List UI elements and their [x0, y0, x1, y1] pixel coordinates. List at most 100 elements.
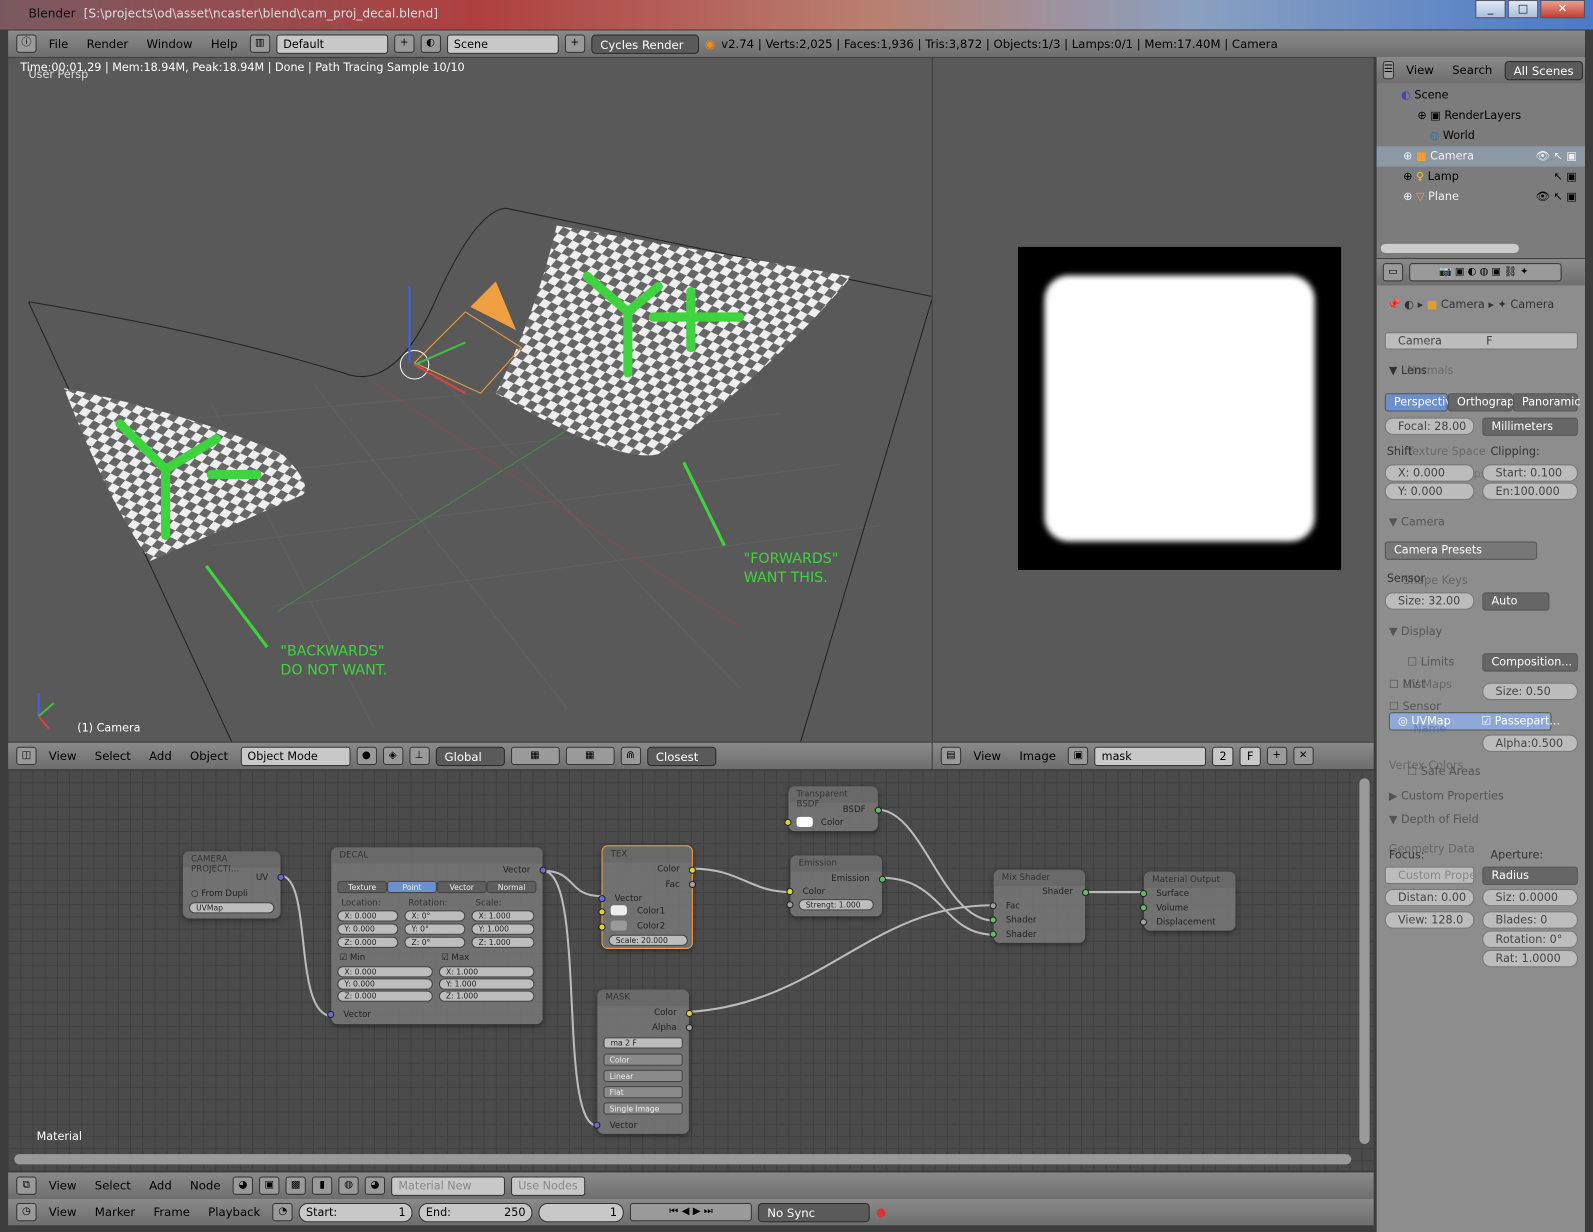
scale-x[interactable]: X: 1.000 [471, 910, 535, 922]
menu-node[interactable]: Node [184, 1179, 227, 1193]
outliner-item-plane[interactable]: ⊕ ▽ Plane 👁 ↖ ▣ [1377, 187, 1585, 207]
socket-vector-in[interactable] [593, 1121, 601, 1129]
tab-point[interactable]: Point [387, 880, 437, 894]
node-tex[interactable]: TEX Color Fac Vector Color1 Color2 Scale… [598, 845, 696, 949]
context-tabs[interactable]: 📷▣◐◍▣⛓✦ [1409, 263, 1562, 282]
blades-field[interactable]: Blades: 0 [1482, 911, 1578, 929]
menu-view[interactable]: View [43, 749, 83, 763]
clip-start-field[interactable]: Start: 0.100 [1482, 464, 1578, 482]
focus-object-field[interactable]: Custom Properties [1384, 866, 1501, 884]
clip-end-field[interactable]: En:100.000 [1482, 482, 1578, 500]
tab-normal[interactable]: Normal [486, 880, 537, 894]
aperture-type-select[interactable]: Radius [1482, 866, 1578, 885]
scale-y[interactable]: Y: 1.000 [471, 923, 535, 935]
safe-areas-checkbox[interactable]: ☐ Safe Areas [1407, 765, 1480, 778]
socket-displacement-in[interactable] [1139, 918, 1148, 926]
outliner-item-renderlayers[interactable]: ⊕ ▣ RenderLayers [1377, 106, 1585, 126]
tab-vector[interactable]: Vector [436, 880, 487, 894]
outliner-item-lamp[interactable]: ⊕ ♀ Lamp ↖ ▣ [1377, 167, 1585, 187]
horizontal-scrollbar[interactable] [14, 1154, 1352, 1165]
lens-type-perspective[interactable]: Perspective [1384, 393, 1459, 412]
location-y[interactable]: Y: 0.000 [337, 923, 399, 935]
socket-color-out[interactable] [688, 866, 696, 874]
panel-camera[interactable]: ▼ Camera [1389, 515, 1445, 528]
lens-type-panoramic[interactable]: Panoramic [1512, 393, 1581, 412]
menu-file[interactable]: File [43, 37, 75, 51]
current-frame-field[interactable]: 1 [538, 1202, 625, 1222]
menu-select[interactable]: Select [89, 749, 137, 763]
shader-tree-icon[interactable]: ◕ [232, 1176, 254, 1195]
timeline-editor-icon[interactable]: ◷ [16, 1202, 37, 1222]
scale-z[interactable]: Z: 1.000 [471, 936, 535, 948]
lens-unit-select[interactable]: Millimeters [1482, 417, 1578, 436]
socket-volume-in[interactable] [1139, 904, 1148, 912]
lens-type-orthographic[interactable]: Orthographic [1447, 393, 1531, 412]
compositor-tree-icon[interactable]: ▣ [259, 1176, 280, 1195]
strength-field[interactable]: Strengt: 1.000 [798, 899, 874, 911]
limits-checkbox[interactable]: ☐ Limits [1407, 655, 1454, 668]
menu-view[interactable]: View [1400, 63, 1440, 77]
fake-user-button[interactable]: F [1239, 746, 1261, 766]
socket-vector-in[interactable] [598, 895, 606, 903]
camera-datablock-field[interactable]: Camera F [1384, 332, 1578, 350]
preview-range-icon[interactable]: ◔ [272, 1202, 293, 1222]
vertical-scrollbar[interactable] [1359, 778, 1370, 1145]
socket-color-out[interactable] [685, 1009, 693, 1018]
menu-view[interactable]: View [43, 1205, 83, 1219]
node-decal[interactable]: DECAL Vector Texture Point Vector Normal… [327, 847, 547, 1025]
menu-view[interactable]: View [967, 749, 1007, 763]
socket-shader2-in[interactable] [989, 930, 997, 938]
manipulator-icon[interactable]: ⊥ [408, 746, 430, 766]
camera-presets-select[interactable]: Camera Presets [1384, 541, 1538, 560]
image-name-field[interactable]: mask [1094, 746, 1207, 766]
menu-render[interactable]: Render [81, 37, 135, 51]
min-y[interactable]: Y: 0.000 [337, 978, 433, 990]
menu-playback[interactable]: Playback [202, 1205, 266, 1219]
from-dupli-toggle[interactable]: ○ From Dupli [191, 889, 248, 899]
socket-alpha-out[interactable] [685, 1024, 693, 1032]
properties-editor[interactable]: ▭ 📷▣◐◍▣⛓✦ 📌 ◐ ▸ ■ Camera ▸ ✦ Camera Came… [1376, 259, 1585, 1232]
socket-bsdf-out[interactable] [874, 806, 882, 814]
scene-icon[interactable]: ◐ [420, 34, 441, 53]
close-button[interactable]: ✕ [1540, 0, 1585, 19]
menu-frame[interactable]: Frame [147, 1205, 196, 1219]
ratio-field[interactable]: Rat: 1.0000 [1482, 949, 1578, 968]
socket-fac-out[interactable] [688, 880, 696, 888]
use-nodes-toggle[interactable]: Use Nodes [511, 1176, 585, 1196]
menu-add[interactable]: Add [143, 749, 178, 763]
menu-view[interactable]: View [43, 1179, 83, 1193]
node-mix-shader[interactable]: Mix Shader Shader Fac Shader Shader [989, 869, 1090, 943]
sync-select[interactable]: No Sync [758, 1202, 870, 1222]
max-z[interactable]: Z: 1.000 [438, 990, 535, 1002]
layers-icon[interactable]: ▦ [510, 746, 560, 766]
uvmap-field[interactable]: UVMap [188, 902, 275, 914]
layout-field[interactable]: Default [276, 34, 388, 54]
record-icon[interactable]: ● [876, 1205, 886, 1219]
node-emission[interactable]: Emission Emission Color Strengt: 1.000 [786, 855, 886, 917]
display-size-field[interactable]: Size: 0.50 [1482, 682, 1578, 701]
shading-icon[interactable]: ● [356, 746, 377, 766]
shift-x-field[interactable]: X: 0.000 [1384, 464, 1475, 482]
layout-icon[interactable]: ▥ [249, 34, 271, 53]
viewport-fstop-field[interactable]: View: 128.0 [1384, 911, 1475, 929]
socket-strength-in[interactable] [786, 901, 794, 909]
menu-add[interactable]: Add [143, 1179, 178, 1193]
socket-color-in[interactable] [784, 818, 792, 827]
passepartout-alpha-field[interactable]: Alpha:0.500 [1482, 734, 1578, 752]
node-mask[interactable]: MASK Color Alpha ma 2 F Color Linear Fla… [593, 989, 693, 1134]
minimize-button[interactable]: _ [1475, 0, 1506, 19]
outliner[interactable]: ☰ View Search All Scenes ◐ Scene ⊕ ▣ Ren… [1376, 56, 1585, 259]
color1-swatch[interactable] [610, 905, 627, 916]
add-scene-icon[interactable]: + [564, 34, 585, 53]
max-checkbox[interactable]: ☑ Max [441, 953, 469, 963]
playback-controls[interactable]: ⏮ ◀ ▶ ⏭ [630, 1202, 753, 1222]
menu-search[interactable]: Search [1446, 63, 1498, 77]
object-shader-icon[interactable]: ▮ [311, 1176, 333, 1195]
socket-vector-out[interactable] [539, 866, 547, 874]
socket-color2-in[interactable] [598, 923, 606, 931]
location-x[interactable]: X: 0.000 [337, 910, 399, 922]
socket-surface-in[interactable] [1139, 890, 1148, 898]
new-image-icon[interactable]: + [1266, 746, 1287, 766]
3d-editor-icon[interactable]: ◫ [16, 746, 37, 766]
panel-depth-of-field[interactable]: ▼ Depth of Field [1389, 813, 1479, 826]
